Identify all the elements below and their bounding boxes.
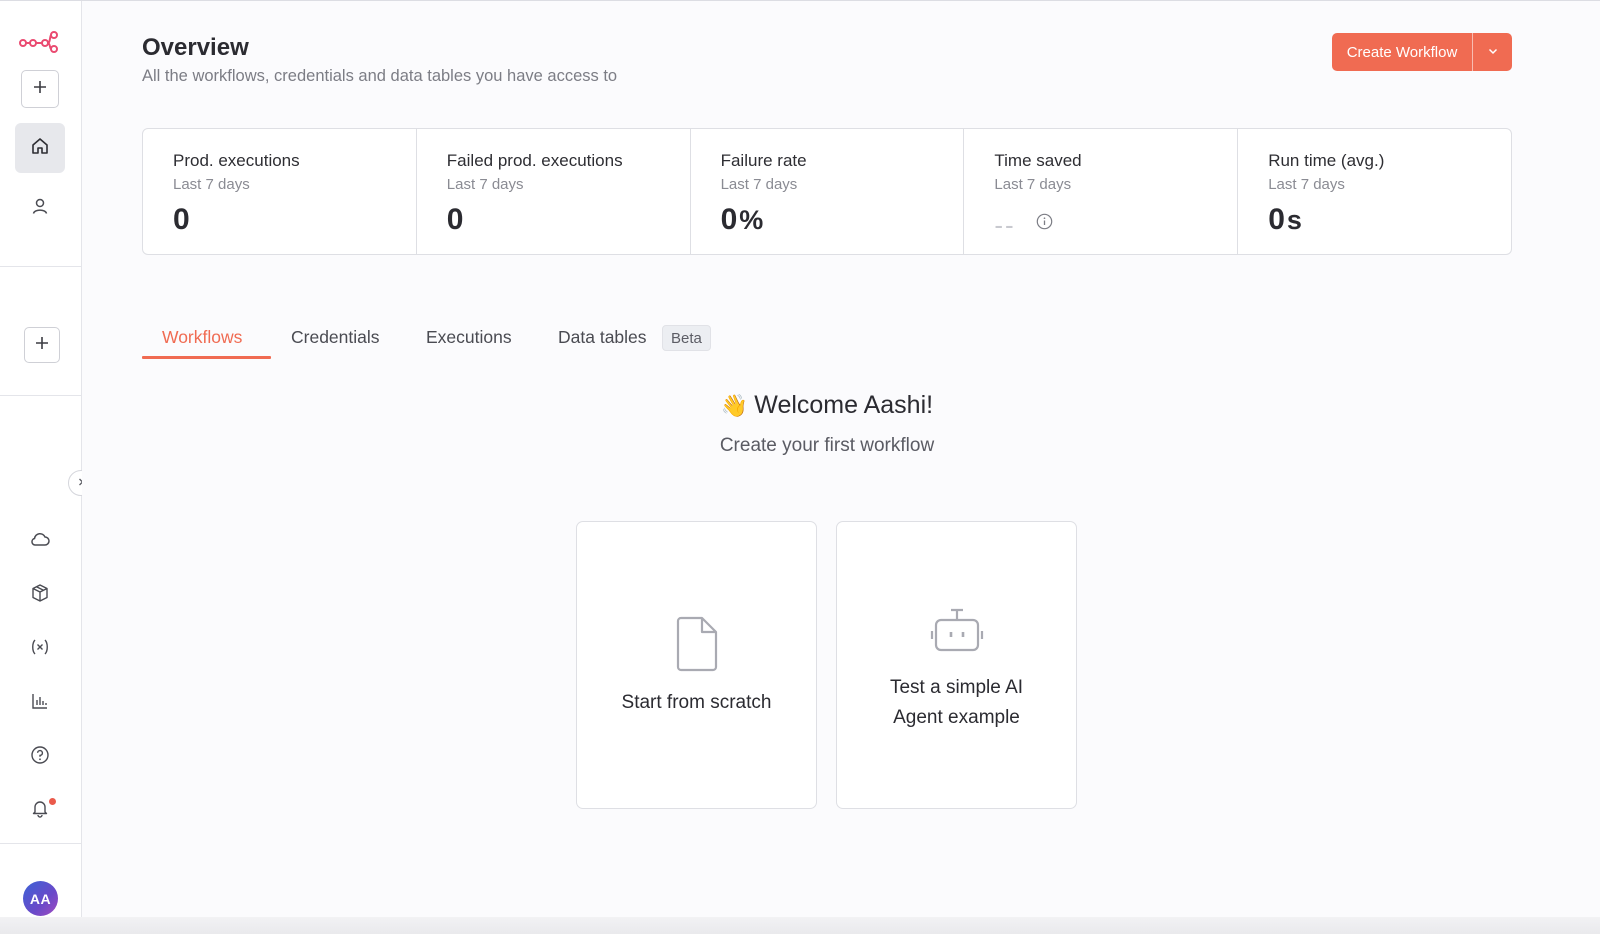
active-tab-indicator — [142, 356, 271, 359]
stat-period: Last 7 days — [173, 176, 250, 193]
home-icon — [30, 136, 50, 161]
stat-label: Failed prod. executions — [446, 151, 623, 170]
sidebar-item-variables[interactable] — [15, 624, 65, 674]
info-icon[interactable] — [1036, 213, 1053, 230]
tab-executions[interactable]: Executions — [426, 319, 512, 359]
welcome-heading: 👋 Welcome Aashi! — [82, 391, 1572, 420]
card-label: Start from scratch — [621, 692, 772, 713]
stat-period: Last 7 days — [994, 176, 1072, 193]
sidebar-item-home[interactable] — [15, 123, 65, 173]
tab-data-tables[interactable]: Data tables — [558, 319, 647, 359]
sidebar-item-insights[interactable] — [15, 678, 65, 728]
stat-period: Last 7 days — [1268, 176, 1345, 193]
tab-workflows[interactable]: Workflows — [162, 319, 242, 359]
page-title: Overview — [142, 34, 249, 61]
add-button[interactable] — [21, 70, 59, 108]
stat-label: Run time (avg.) — [1268, 151, 1385, 170]
stat-value: 0s — [1268, 203, 1303, 236]
card-label: Test a simple AI Agent example — [889, 677, 1024, 728]
stat-prod-executions[interactable]: Prod. executions Last 7 days 0 — [143, 129, 417, 254]
start-from-scratch-card[interactable]: Start from scratch — [576, 521, 817, 809]
ai-agent-example-card[interactable]: Test a simple AI Agent example — [836, 521, 1077, 809]
sidebar-divider — [0, 266, 81, 267]
stat-label: Time saved — [994, 151, 1082, 170]
plus-icon — [32, 79, 48, 100]
file-icon — [577, 616, 816, 672]
sidebar-item-notifications[interactable] — [15, 785, 65, 835]
create-workflow-button[interactable]: Create Workflow — [1332, 33, 1473, 71]
help-icon — [30, 745, 50, 770]
stat-label: Failure rate — [720, 151, 807, 170]
stat-failed-prod-executions[interactable]: Failed prod. executions Last 7 days 0 — [417, 129, 691, 254]
sidebar-item-cloud[interactable] — [15, 517, 65, 567]
chevron-down-icon — [1487, 44, 1499, 61]
main-content: Overview All the workflows, credentials … — [82, 1, 1600, 934]
notification-dot — [49, 798, 56, 805]
create-workflow-split-button: Create Workflow — [1332, 33, 1512, 71]
sidebar-divider — [0, 843, 81, 844]
stat-failure-rate[interactable]: Failure rate Last 7 days 0% — [691, 129, 965, 254]
welcome-subtitle: Create your first workflow — [719, 435, 935, 456]
cloud-icon — [29, 530, 51, 555]
stat-value: 0 — [173, 203, 191, 236]
tabs: Workflows Credentials Executions Data ta… — [142, 319, 842, 359]
create-options-dropdown-button[interactable] — [1473, 33, 1512, 71]
sidebar: AA — [0, 1, 94, 934]
box-icon — [30, 583, 50, 608]
stat-period: Last 7 days — [446, 176, 524, 193]
wave-emoji: 👋 — [720, 394, 749, 419]
stat-value: 0% — [720, 203, 765, 236]
sidebar-item-help[interactable] — [15, 732, 65, 782]
tab-credentials[interactable]: Credentials — [291, 319, 380, 359]
sidebar-item-templates[interactable] — [15, 570, 65, 620]
bell-icon — [30, 798, 50, 823]
add-project-button[interactable] — [24, 327, 60, 363]
page-subtitle: All the workflows, credentials and data … — [142, 67, 618, 85]
stat-label: Prod. executions — [173, 151, 300, 170]
variables-icon — [30, 637, 50, 662]
beta-badge: Beta — [662, 325, 711, 351]
welcome-title: Welcome Aashi! — [754, 391, 934, 419]
n8n-logo[interactable] — [19, 29, 59, 53]
stat-run-time-avg[interactable]: Run time (avg.) Last 7 days 0s — [1238, 129, 1511, 254]
avatar[interactable]: AA — [23, 881, 58, 916]
chart-icon — [30, 691, 50, 716]
sidebar-item-personal[interactable] — [15, 183, 65, 233]
plus-icon — [34, 335, 50, 356]
stat-period: Last 7 days — [720, 176, 798, 193]
window-bottom-edge — [0, 917, 1600, 934]
user-icon — [30, 196, 50, 221]
stat-time-saved[interactable]: Time saved Last 7 days -- — [964, 129, 1239, 254]
stat-value: 0 — [446, 203, 465, 236]
sidebar-divider — [0, 395, 81, 396]
stat-value-empty: -- — [994, 210, 1016, 240]
app-window: AA Overview All the workflows, credentia… — [0, 0, 1600, 934]
insights-summary: Prod. executions Last 7 days 0 Failed pr… — [142, 128, 1512, 255]
robot-icon — [837, 605, 1076, 653]
